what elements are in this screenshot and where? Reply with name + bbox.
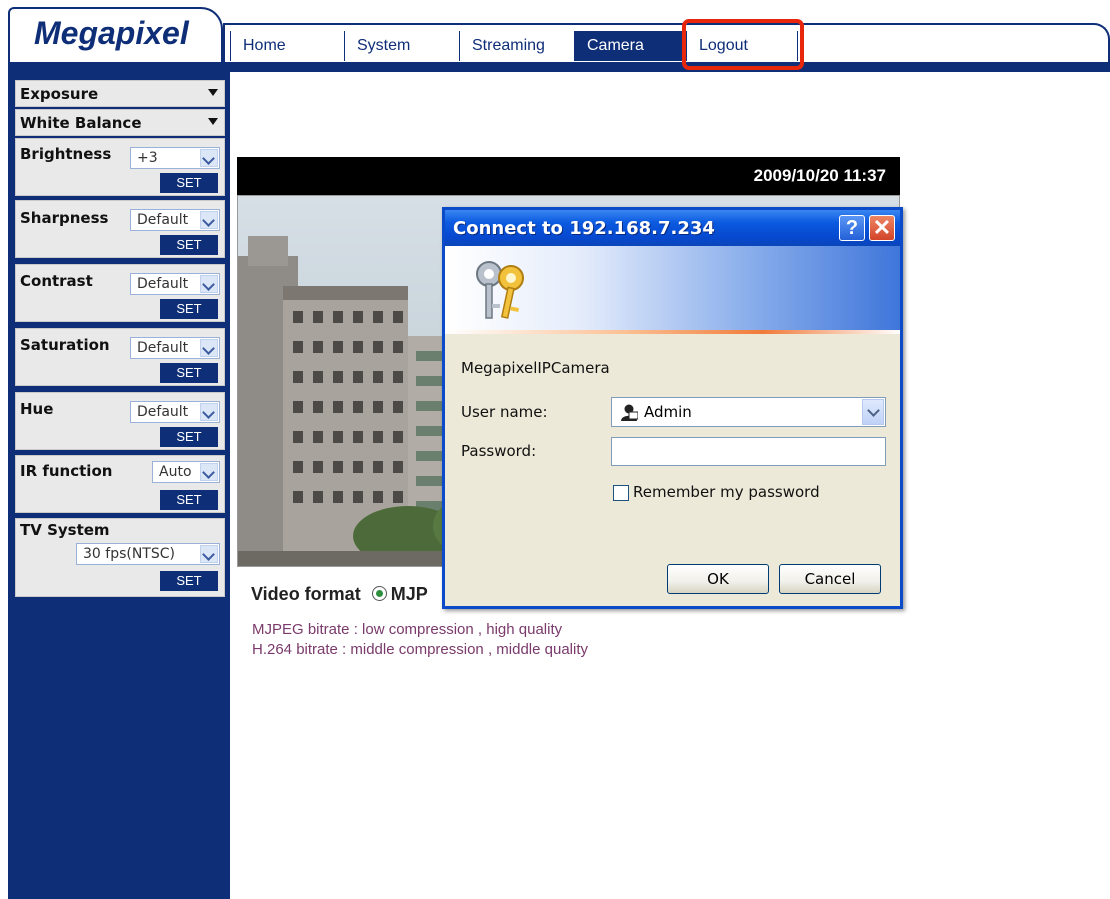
username-label: User name:	[461, 403, 548, 421]
sidebar: Exposure White Balance Brightness +3 SET…	[8, 72, 230, 899]
mjpeg-bitrate-text: MJPEG bitrate : low compression , high q…	[252, 621, 563, 638]
hue-set-button[interactable]: SET	[160, 427, 218, 447]
sharpness-value: Default	[137, 212, 189, 228]
brightness-panel: Brightness +3 SET	[15, 138, 225, 196]
cancel-button[interactable]: Cancel	[779, 564, 881, 594]
saturation-panel: Saturation Default SET	[15, 328, 225, 386]
hue-label: Hue	[20, 400, 54, 418]
brand-logo: Megapixel	[34, 15, 189, 51]
tv-system-panel: TV System 30 fps(NTSC) SET	[15, 518, 225, 597]
tab-camera[interactable]: Camera	[574, 31, 687, 61]
video-header: 2009/10/20 11:37	[237, 157, 900, 195]
saturation-set-button[interactable]: SET	[160, 363, 218, 383]
chevron-down-icon	[200, 211, 218, 229]
remember-password-label: Remember my password	[633, 483, 820, 501]
white-balance-label: White Balance	[20, 114, 142, 132]
login-dialog: Connect to 192.168.7.234 ? ✕ MegapixelIP…	[442, 207, 903, 609]
tv-system-select[interactable]: 30 fps(NTSC)	[76, 543, 220, 565]
white-balance-menu[interactable]: White Balance	[15, 109, 225, 136]
brightness-label: Brightness	[20, 145, 112, 163]
contrast-panel: Contrast Default SET	[15, 264, 225, 322]
h264-bitrate-text: H.264 bitrate : middle compression , mid…	[252, 641, 588, 658]
contrast-select[interactable]: Default	[130, 273, 220, 295]
keys-icon	[476, 261, 524, 319]
saturation-value: Default	[137, 340, 189, 356]
brightness-value: +3	[137, 150, 158, 166]
brightness-set-button[interactable]: SET	[160, 173, 218, 193]
video-format-row: Video format MJP	[251, 584, 428, 605]
ir-function-label: IR function	[20, 462, 113, 480]
radio-selected-icon[interactable]	[371, 586, 387, 601]
ir-function-set-button[interactable]: SET	[160, 490, 218, 510]
tv-system-value: 30 fps(NTSC)	[83, 546, 175, 562]
close-icon[interactable]: ✕	[869, 215, 895, 241]
chevron-down-icon	[200, 403, 218, 421]
video-format-option[interactable]: MJP	[391, 584, 428, 604]
remember-password-checkbox[interactable]	[613, 485, 629, 501]
sharpness-select[interactable]: Default	[130, 209, 220, 231]
dialog-title: Connect to 192.168.7.234	[453, 218, 715, 239]
video-format-label: Video format	[251, 584, 361, 604]
dialog-realm-text: MegapixelIPCamera	[461, 359, 610, 377]
ir-function-value: Auto	[159, 464, 192, 480]
help-icon[interactable]: ?	[839, 215, 865, 241]
header-bar	[8, 62, 1110, 72]
exposure-label: Exposure	[20, 85, 99, 103]
main-nav: Home System Streaming Camera Logout	[230, 31, 1110, 63]
sharpness-panel: Sharpness Default SET	[15, 200, 225, 258]
contrast-set-button[interactable]: SET	[160, 299, 218, 319]
chevron-down-icon[interactable]	[862, 399, 884, 425]
username-value: Admin	[644, 403, 692, 421]
tab-home[interactable]: Home	[230, 31, 345, 61]
hue-select[interactable]: Default	[130, 401, 220, 423]
dialog-banner	[445, 246, 900, 334]
chevron-down-icon	[200, 545, 218, 563]
password-field[interactable]	[611, 437, 886, 466]
tv-system-set-button[interactable]: SET	[160, 571, 218, 591]
password-label: Password:	[461, 442, 537, 460]
contrast-value: Default	[137, 276, 189, 292]
user-icon	[621, 404, 638, 421]
dropdown-arrow-icon	[208, 89, 218, 96]
contrast-label: Contrast	[20, 272, 93, 290]
hue-panel: Hue Default SET	[15, 392, 225, 450]
sharpness-label: Sharpness	[20, 209, 109, 227]
chevron-down-icon	[200, 275, 218, 293]
ir-function-panel: IR function Auto SET	[15, 455, 225, 513]
saturation-select[interactable]: Default	[130, 337, 220, 359]
saturation-label: Saturation	[20, 336, 110, 354]
hue-value: Default	[137, 404, 189, 420]
tab-streaming[interactable]: Streaming	[459, 31, 575, 61]
logout-highlight-box	[682, 19, 804, 70]
tv-system-label: TV System	[20, 521, 110, 539]
sharpness-set-button[interactable]: SET	[160, 235, 218, 255]
chevron-down-icon	[200, 463, 218, 481]
chevron-down-icon	[200, 149, 218, 167]
chevron-down-icon	[200, 339, 218, 357]
dialog-titlebar[interactable]: Connect to 192.168.7.234 ? ✕	[445, 210, 900, 246]
banner-accent-line	[445, 330, 900, 334]
ok-button[interactable]: OK	[667, 564, 769, 594]
video-timestamp: 2009/10/20 11:37	[753, 166, 886, 185]
username-select[interactable]: Admin	[611, 397, 886, 427]
brightness-select[interactable]: +3	[130, 147, 220, 169]
ir-function-select[interactable]: Auto	[152, 461, 220, 483]
tab-system[interactable]: System	[344, 31, 460, 61]
dropdown-arrow-icon	[208, 118, 218, 125]
exposure-menu[interactable]: Exposure	[15, 80, 225, 107]
logo-tab: Megapixel	[8, 7, 223, 65]
